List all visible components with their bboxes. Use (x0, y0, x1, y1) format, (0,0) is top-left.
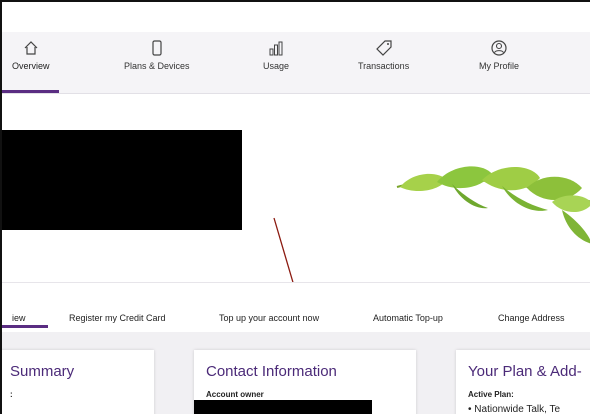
active-plan-item: • Nationwide Talk, Te (468, 404, 561, 414)
nav-label: Transactions (358, 61, 410, 71)
nav-item-usage[interactable]: Usage (263, 40, 289, 71)
subnav-item-register-credit-card[interactable]: Register my Credit Card (69, 313, 166, 323)
tag-icon (375, 40, 392, 56)
nav-label: Overview (12, 61, 50, 71)
nav-item-transactions[interactable]: Transactions (358, 40, 409, 71)
subnav-item-top-up[interactable]: Top up your account now (219, 313, 319, 323)
nav-label: Usage (263, 61, 290, 71)
subnav-item-change-address[interactable]: Change Address (498, 313, 565, 323)
home-icon (24, 41, 38, 55)
leaf-image (396, 166, 590, 244)
top-nav: Overview Plans & Devices Usage Transacti… (2, 32, 590, 94)
profile-icon (491, 40, 507, 56)
nav-item-plans-devices[interactable]: Plans & Devices (124, 40, 190, 71)
active-plan-label: Active Plan: (468, 390, 514, 399)
contact-info-title: Contact Information (206, 363, 337, 380)
summary-card-label: : (10, 390, 13, 399)
nav-item-overview[interactable]: Overview (12, 40, 50, 71)
summary-card-title: Summary (10, 363, 75, 380)
app-window: Overview Plans & Devices Usage Transacti… (0, 0, 590, 414)
subnav-active-indicator (2, 325, 48, 328)
subnav-item-automatic-top-up[interactable]: Automatic Top-up (373, 313, 443, 323)
sub-nav: iew Register my Credit Card Top up your … (2, 282, 590, 332)
nav-label: Plans & Devices (124, 61, 190, 71)
plan-card-title: Your Plan & Add- (468, 363, 582, 380)
phone-icon (152, 40, 162, 56)
nav-label: My Profile (479, 61, 520, 71)
bar-chart-icon (269, 41, 283, 56)
redacted-block (194, 400, 372, 414)
plan-card: Your Plan & Add- Active Plan: • Nationwi… (456, 350, 590, 414)
account-owner-label: Account owner (206, 390, 264, 399)
subnav-item-overview[interactable]: iew (12, 313, 26, 323)
nav-item-my-profile[interactable]: My Profile (479, 40, 519, 71)
summary-card: Summary : (2, 350, 154, 414)
nav-active-indicator (2, 90, 59, 93)
redacted-block (2, 130, 242, 230)
